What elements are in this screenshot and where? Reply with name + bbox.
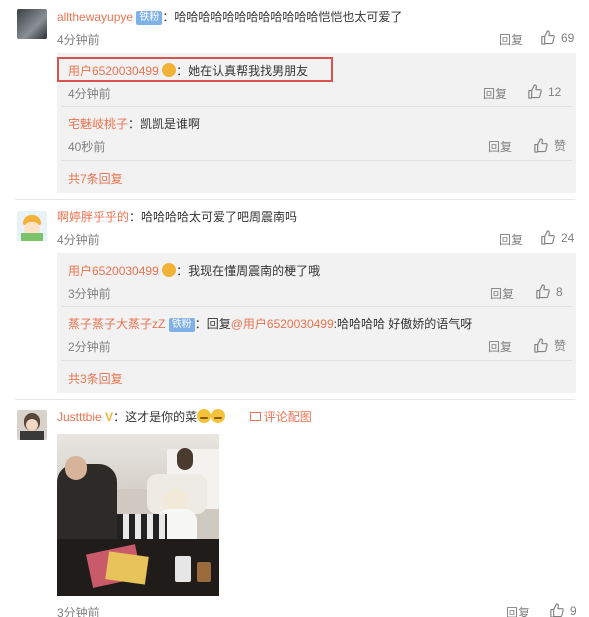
thumbs-up-icon xyxy=(549,603,564,617)
reply-time: 4分钟前 xyxy=(68,87,111,101)
comment-time: 4分钟前 xyxy=(57,233,100,247)
comment-divider xyxy=(15,199,575,200)
like-count: 12 xyxy=(548,84,562,99)
reply-time: 2分钟前 xyxy=(68,340,111,354)
medal-icon xyxy=(162,63,177,77)
like-count: 69 xyxy=(561,30,575,45)
like-label: 赞 xyxy=(554,339,567,353)
thumbs-up-icon xyxy=(533,338,548,353)
comment-body: 啊婷胖乎乎的：哈哈哈哈太可爱了吧周震南吗 xyxy=(57,209,297,225)
divider xyxy=(62,106,572,107)
photo-link-label: 评论配图 xyxy=(263,410,312,424)
reply-button[interactable]: 回复 xyxy=(483,85,507,102)
thumbs-up-icon xyxy=(533,138,548,153)
colon: ： xyxy=(128,117,141,131)
like-button[interactable]: 69 xyxy=(540,30,574,45)
comment-text: 这才是你的菜 xyxy=(125,410,198,424)
thumbs-up-icon xyxy=(527,84,542,99)
emoji-icon xyxy=(197,409,212,423)
like-button[interactable]: 24 xyxy=(540,230,574,245)
like-count: 8 xyxy=(556,284,563,299)
divider xyxy=(62,160,572,161)
colon: ： xyxy=(129,210,142,224)
like-button[interactable]: 9 xyxy=(549,603,577,617)
colon: ： xyxy=(176,264,189,278)
comment-divider xyxy=(15,399,575,400)
reply-username[interactable]: 用户6520030499 xyxy=(68,264,159,278)
fan-badge: 铁粉 xyxy=(136,11,163,25)
reply-time: 3分钟前 xyxy=(68,287,111,301)
divider xyxy=(62,306,572,307)
divider xyxy=(62,360,572,361)
reply-username[interactable]: 宅魅岐桃子 xyxy=(68,117,128,131)
colon: ： xyxy=(162,10,175,24)
reply-button[interactable]: 回复 xyxy=(499,31,523,48)
avatar[interactable] xyxy=(17,410,47,440)
verified-v-icon: V xyxy=(105,410,114,424)
comment-username[interactable]: 啊婷胖乎乎的 xyxy=(57,210,129,224)
reply-body: 宅魅岐桃子：凯凯是谁啊 xyxy=(68,116,200,132)
comment-photo[interactable] xyxy=(57,434,219,596)
avatar[interactable] xyxy=(17,211,47,241)
thumbs-up-icon xyxy=(535,284,550,299)
reply-text: 她在认真帮我找男朋友 xyxy=(188,64,309,78)
like-count: 24 xyxy=(561,230,575,245)
comment-username[interactable]: Justttbie xyxy=(57,410,102,424)
comment-username[interactable]: allthewayupye xyxy=(57,10,133,24)
photo-link[interactable]: 评论配图 xyxy=(249,410,312,424)
comment-text: 哈哈哈哈太可爱了吧周震南吗 xyxy=(141,210,298,224)
reply-body: 用户6520030499 ：她在认真帮我找男朋友 xyxy=(68,63,308,79)
comment-text: 哈哈哈哈哈哈哈哈哈哈哈哈恺恺也太可爱了 xyxy=(174,10,403,24)
thumbs-up-icon xyxy=(540,230,555,245)
like-button[interactable]: 12 xyxy=(527,84,561,99)
reply-username[interactable]: 用户6520030499 xyxy=(68,64,159,78)
comment-body: allthewayupye 铁粉 ：哈哈哈哈哈哈哈哈哈哈哈哈恺恺也太可爱了 xyxy=(57,9,402,25)
like-button[interactable]: 赞 xyxy=(533,137,566,154)
reply-button[interactable]: 回复 xyxy=(499,231,523,248)
image-icon xyxy=(249,412,261,421)
reply-body: 用户6520030499 ：我现在懂周震南的梗了哦 xyxy=(68,263,320,279)
mention-link[interactable]: @用户6520030499 xyxy=(231,317,334,331)
fan-badge: 铁粉 xyxy=(168,318,195,332)
medal-icon xyxy=(162,263,177,277)
reply-prefix: 回复 xyxy=(206,317,231,331)
colon: ： xyxy=(113,410,126,424)
colon: ： xyxy=(176,64,189,78)
reply-username[interactable]: 蒸子蒸子大蒸子zZ xyxy=(68,317,165,331)
like-button[interactable]: 赞 xyxy=(533,337,566,354)
reply-button[interactable]: 回复 xyxy=(488,338,512,355)
thumbs-up-icon xyxy=(540,30,555,45)
comment-body: Justttbie V：这才是你的菜 评论配图 xyxy=(57,409,312,425)
colon: ： xyxy=(194,317,207,331)
more-replies-link[interactable]: 共7条回复 xyxy=(68,170,123,187)
emoji-icon xyxy=(211,409,226,423)
reply-button[interactable]: 回复 xyxy=(506,604,530,617)
like-label: 赞 xyxy=(554,139,567,153)
more-replies-link[interactable]: 共3条回复 xyxy=(68,370,123,387)
reply-button[interactable]: 回复 xyxy=(488,138,512,155)
reply-text: :哈哈哈哈 好傲娇的语气呀 xyxy=(333,317,473,331)
comment-time: 4分钟前 xyxy=(57,33,100,47)
reply-body: 蒸子蒸子大蒸子zZ 铁粉 ：回复@用户6520030499:哈哈哈哈 好傲娇的语气… xyxy=(68,316,472,332)
reply-text: 凯凯是谁啊 xyxy=(140,117,201,131)
comment-time: 3分钟前 xyxy=(57,606,100,617)
reply-time: 40秒前 xyxy=(68,140,106,154)
like-button[interactable]: 8 xyxy=(535,284,563,299)
like-count: 9 xyxy=(570,603,577,617)
avatar[interactable] xyxy=(17,9,47,39)
reply-text: 我现在懂周震南的梗了哦 xyxy=(188,264,321,278)
reply-button[interactable]: 回复 xyxy=(490,285,514,302)
